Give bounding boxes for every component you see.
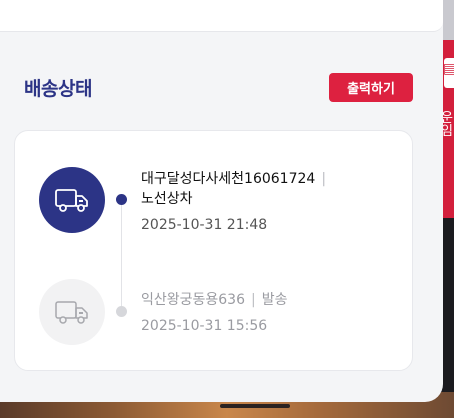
separator: | xyxy=(321,171,327,187)
step-1-icon xyxy=(39,167,105,233)
truck-icon xyxy=(55,301,88,324)
step-1-location: 대구달성다사세천16061724 xyxy=(141,171,316,187)
truck-icon xyxy=(55,189,88,212)
section-title: 배송상태 xyxy=(24,78,92,100)
step-1-datetime: 2025-10-31 21:48 xyxy=(141,217,268,233)
step-2-text: 익산왕궁동용636 | 발송 2025-10-31 15:56 xyxy=(141,290,288,334)
receipt-icon: ▤ xyxy=(443,61,454,77)
step-1-dot xyxy=(116,194,127,205)
step-1-status: 노선상차 xyxy=(141,191,193,207)
step-2-icon xyxy=(39,279,105,345)
step-1-text: 대구달성다사세천16061724 | 노선상차 2025-10-31 21:48 xyxy=(141,169,332,233)
airplane-silhouette xyxy=(220,404,290,408)
step-2-location: 익산왕궁동용636 xyxy=(141,292,246,308)
step-2-datetime: 2025-10-31 15:56 xyxy=(141,318,268,334)
separator: | xyxy=(251,292,256,308)
delivery-status-sheet: 배송상태 출력하기 대구달성다사세천16061724 | 노선상차 2025-10… xyxy=(0,0,443,402)
step-2-dot xyxy=(116,306,127,317)
sheet-top-area xyxy=(0,0,443,32)
step-2-status: 발송 xyxy=(261,292,288,308)
timeline-line xyxy=(121,200,122,312)
print-button[interactable]: 출력하기 xyxy=(329,73,413,102)
